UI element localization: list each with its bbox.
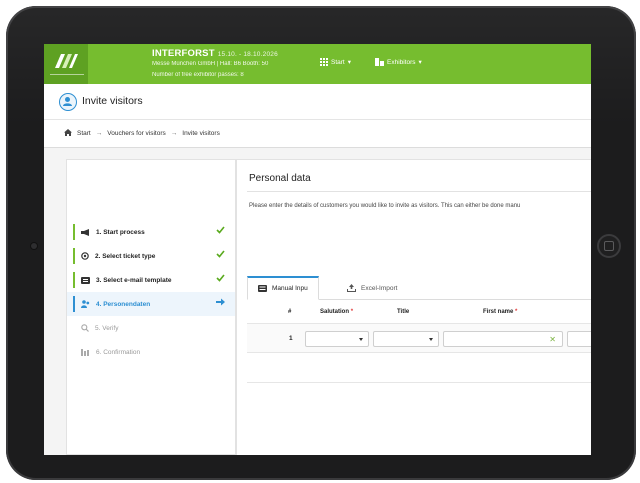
home-icon[interactable] <box>64 129 72 138</box>
breadcrumb: Start → Vouchers for visitors → Invite v… <box>44 120 591 148</box>
step-label: 4. Personendaten <box>96 300 151 308</box>
breadcrumb-start[interactable]: Start <box>77 130 91 137</box>
row-number: 1 <box>289 335 293 342</box>
logo-mark-icon <box>55 54 78 68</box>
section-title: Personal data <box>249 173 311 184</box>
checkmark-icon <box>216 226 225 236</box>
step-label: 1. Start process <box>96 228 145 236</box>
column-header-first-name: First name * <box>483 309 518 315</box>
caret-down-icon <box>359 338 363 341</box>
chevron-down-icon: ▾ <box>347 59 351 66</box>
upload-icon <box>347 284 356 292</box>
step-label: 3. Select e-mail template <box>96 276 172 284</box>
breadcrumb-vouchers[interactable]: Vouchers for visitors <box>107 130 166 137</box>
nav-start-label: Start <box>331 58 345 66</box>
free-passes-info: Number of free exhibitor passes: 8 <box>152 72 244 78</box>
tablet-frame: INTERFORST 15.10. - 18.10.2026 Messe Münc… <box>6 6 636 480</box>
search-icon <box>81 324 89 332</box>
steps-sidebar: 1. Start process 2. Select ticket type 3… <box>66 159 236 455</box>
top-bar: INTERFORST 15.10. - 18.10.2026 Messe Münc… <box>44 44 591 84</box>
step-verify: 5. Verify <box>67 316 235 340</box>
logo[interactable] <box>44 44 88 84</box>
first-name-input[interactable]: ✕ <box>443 331 563 347</box>
breadcrumb-separator: → <box>95 130 103 137</box>
column-header-salutation: Salutation * <box>320 309 354 315</box>
column-header-title: Title <box>397 309 410 315</box>
clear-icon[interactable]: ✕ <box>549 335 556 344</box>
template-icon <box>81 276 90 284</box>
nav-start-menu[interactable]: Start ▾ <box>320 58 351 66</box>
tab-bar: Manual Inpu Excel-Import <box>247 276 591 300</box>
section-description: Please enter the details of customers yo… <box>249 203 521 209</box>
table-footer <box>247 353 591 383</box>
table-header: # Salutation * Title First name * <box>247 305 591 321</box>
tab-excel-import[interactable]: Excel-Import <box>337 276 407 300</box>
event-name: INTERFORST 15.10. - 18.10.2026 <box>152 48 278 59</box>
at-sign-icon <box>81 252 89 260</box>
camera-lens <box>31 243 37 249</box>
step-label: 5. Verify <box>95 324 119 332</box>
last-name-input[interactable] <box>567 331 591 347</box>
checkmark-icon <box>216 274 225 284</box>
title-select[interactable] <box>373 331 439 347</box>
step-label: 6. Confirmation <box>96 348 141 356</box>
step-label: 2. Select ticket type <box>95 252 156 260</box>
megaphone-icon <box>81 228 89 236</box>
tab-label: Excel-Import <box>361 284 398 292</box>
logo-caption <box>50 74 84 78</box>
tab-manual-input[interactable]: Manual Inpu <box>247 276 319 300</box>
chevron-down-icon: ▾ <box>418 59 422 66</box>
grid-icon <box>320 58 328 66</box>
home-button[interactable] <box>597 234 621 258</box>
step-personal-data[interactable]: 4. Personendaten <box>67 292 235 316</box>
table-row: 1 ✕ <box>247 323 591 353</box>
arrow-right-icon <box>216 298 225 308</box>
users-icon <box>81 300 90 308</box>
screen: INTERFORST 15.10. - 18.10.2026 Messe Münc… <box>44 44 591 455</box>
tab-label: Manual Inpu <box>272 285 308 292</box>
breadcrumb-separator: → <box>170 130 178 137</box>
step-ticket-type[interactable]: 2. Select ticket type <box>67 244 235 268</box>
page-header: Invite visitors <box>44 84 591 120</box>
checkmark-icon <box>216 250 225 260</box>
confirmation-icon <box>81 348 89 356</box>
step-start-process[interactable]: 1. Start process <box>67 220 235 244</box>
page-title: Invite visitors <box>82 95 143 107</box>
user-circle-icon <box>59 93 77 111</box>
breadcrumb-current: Invite visitors <box>182 130 220 137</box>
content-panel: Personal data Please enter the details o… <box>236 159 591 455</box>
step-confirmation: 6. Confirmation <box>67 340 235 364</box>
divider <box>247 191 591 192</box>
step-email-template[interactable]: 3. Select e-mail template <box>67 268 235 292</box>
company-booth-info: Messe München GmbH | Hall: B6 Booth: 50 <box>152 61 269 67</box>
exhibitors-icon <box>375 58 384 66</box>
nav-exhibitors-menu[interactable]: Exhibitors ▾ <box>375 58 422 66</box>
keyboard-icon <box>258 285 267 292</box>
event-dates: 15.10. - 18.10.2026 <box>217 51 278 58</box>
salutation-select[interactable] <box>305 331 369 347</box>
column-header-number: # <box>288 309 292 315</box>
caret-down-icon <box>429 338 433 341</box>
nav-exhibitors-label: Exhibitors <box>387 58 416 66</box>
